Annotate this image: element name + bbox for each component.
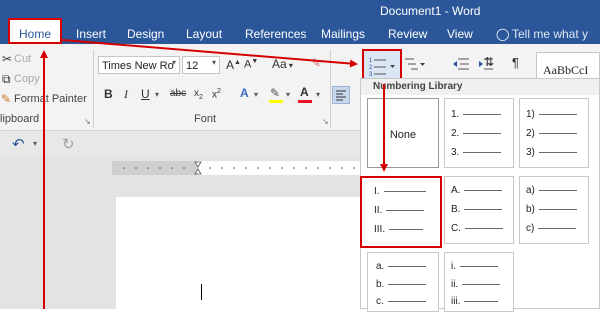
annotation-arrows xyxy=(40,39,388,309)
arrow-home-to-numbering xyxy=(61,39,358,68)
